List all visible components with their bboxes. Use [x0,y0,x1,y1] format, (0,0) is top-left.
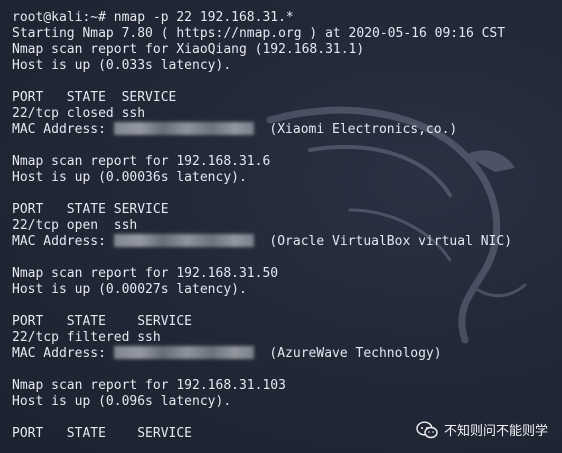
mac-vendor: (Xiaomi Electronics,co.) [253,122,458,137]
redacted-mac-address [113,346,254,359]
output-line: Host is up (0.033s latency). [12,58,232,73]
wechat-icon [416,420,438,438]
output-line: root@kali:~# nmap -p 22 192.168.31.* [12,10,294,25]
mac-vendor: (Oracle VirtualBox virtual NIC) [253,234,513,249]
output-line: Host is up (0.096s latency). [12,394,232,409]
mac-address-label: MAC Address: [12,234,114,249]
mac-address-line: MAC Address: (Xiaomi Electronics,co.) [12,122,552,138]
output-line: Host is up (0.00027s latency). [12,282,247,297]
terminal-window[interactable]: root@kali:~# nmap -p 22 192.168.31.* Star… [0,0,562,453]
mac-address-label: MAC Address: [12,122,114,137]
output-line: Nmap scan report for 192.168.31.50 [12,266,279,281]
output-line: Host is up (0.00036s latency). [12,170,247,185]
watermark-text: 不知则问不能则学 [443,424,548,439]
redacted-mac-address [113,122,254,135]
output-line: PORT STATE SERVICE [12,202,169,217]
output-line: PORT STATE SERVICE [12,314,193,329]
terminal-output: root@kali:~# nmap -p 22 192.168.31.* Star… [12,10,552,442]
mac-address-label: MAC Address: [12,346,114,361]
output-line: PORT STATE SERVICE [12,90,177,105]
output-line: Nmap scan report for 192.168.31.103 [12,378,286,393]
watermark: 不知则问不能则学 [416,420,548,439]
redacted-mac-address [113,234,254,247]
output-line: 22/tcp filtered ssh [12,330,161,345]
output-line: Nmap scan report for 192.168.31.6 [12,154,271,169]
output-line: Starting Nmap 7.80 ( https://nmap.org ) … [12,26,506,41]
output-line: Nmap scan report for XiaoQiang (192.168.… [12,42,365,57]
mac-address-line: MAC Address: (AzureWave Technology) [12,346,552,362]
mac-vendor: (AzureWave Technology) [253,346,442,361]
output-line: 22/tcp open ssh [12,218,138,233]
output-line: 22/tcp closed ssh [12,106,146,121]
mac-address-line: MAC Address: (Oracle VirtualBox virtual … [12,234,552,250]
